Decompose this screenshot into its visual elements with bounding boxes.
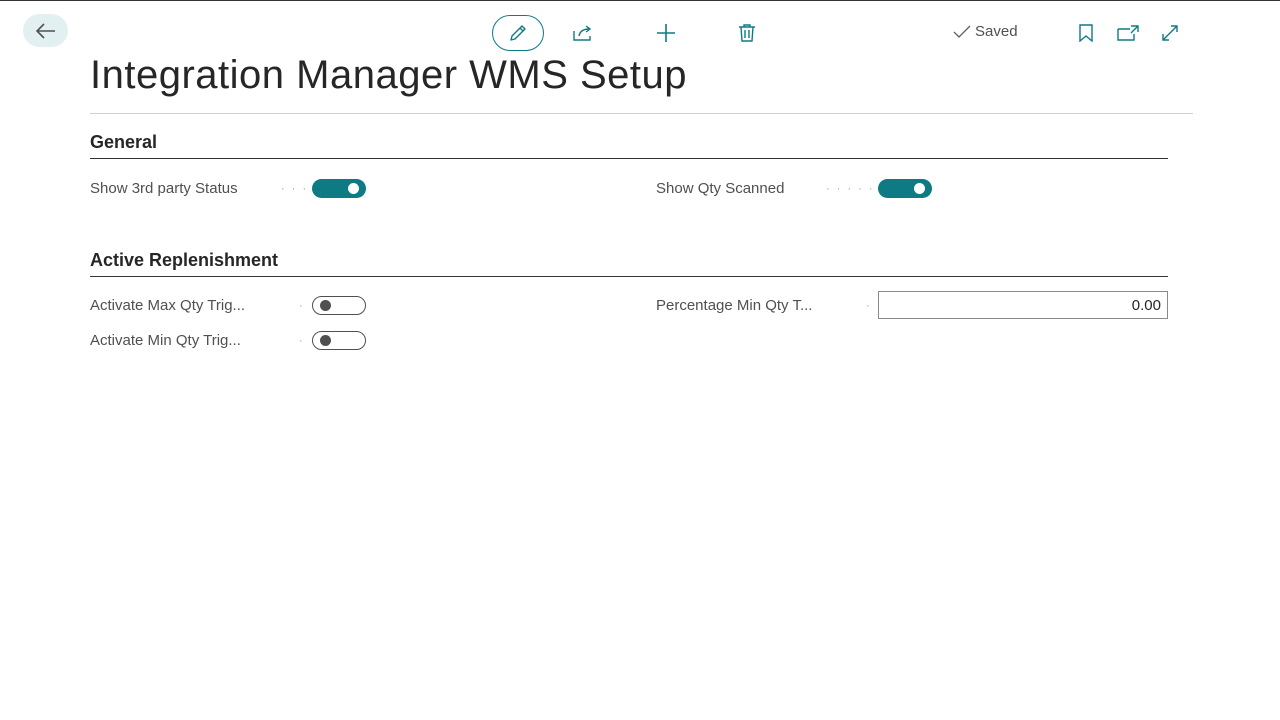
open-in-new-window-icon <box>1117 25 1139 41</box>
percentage-min-qty-label: Percentage Min Qty T... <box>656 297 813 314</box>
activate-min-qty-label: Activate Min Qty Trig... <box>90 332 241 349</box>
field-dots: · · · <box>281 183 309 195</box>
expand-icon <box>1162 25 1178 41</box>
show-3rd-party-status-toggle[interactable] <box>312 179 366 198</box>
action-toolbar <box>492 15 765 51</box>
field-dots: · <box>866 300 872 312</box>
toggle-knob <box>348 183 359 194</box>
activate-max-qty-toggle[interactable] <box>312 296 366 315</box>
percentage-min-qty-input[interactable] <box>878 291 1168 319</box>
saved-label: Saved <box>975 23 1018 40</box>
activate-min-qty-toggle[interactable] <box>312 331 366 350</box>
bookmark-button[interactable] <box>1068 15 1104 51</box>
page-options-toolbar <box>1068 15 1188 51</box>
back-button[interactable] <box>23 14 68 47</box>
back-arrow-icon <box>35 22 55 39</box>
show-3rd-party-status-label: Show 3rd party Status <box>90 180 238 197</box>
page-title: Integration Manager WMS Setup <box>90 53 688 97</box>
saved-status: Saved <box>953 23 1018 40</box>
open-new-window-button[interactable] <box>1110 15 1146 51</box>
share-button[interactable] <box>565 15 601 51</box>
toggle-knob <box>320 335 331 346</box>
field-dots: · · · · · <box>826 183 875 195</box>
toggle-knob <box>914 183 925 194</box>
expand-button[interactable] <box>1152 15 1188 51</box>
pencil-icon <box>510 25 526 41</box>
section-general-header[interactable]: General <box>90 132 1168 159</box>
bookmark-icon <box>1079 24 1093 42</box>
trash-icon <box>739 24 755 42</box>
plus-icon <box>657 24 675 42</box>
section-active-replenishment-header[interactable]: Active Replenishment <box>90 250 1168 277</box>
checkmark-icon <box>953 25 971 38</box>
show-qty-scanned-label: Show Qty Scanned <box>656 180 785 197</box>
field-dots: · <box>299 335 305 347</box>
delete-button[interactable] <box>729 15 765 51</box>
activate-max-qty-label: Activate Max Qty Trig... <box>90 297 246 314</box>
show-qty-scanned-toggle[interactable] <box>878 179 932 198</box>
new-button[interactable] <box>648 15 684 51</box>
share-icon <box>573 25 592 41</box>
title-divider <box>90 113 1193 114</box>
edit-button[interactable] <box>492 15 544 51</box>
field-dots: · <box>299 300 305 312</box>
toggle-knob <box>320 300 331 311</box>
